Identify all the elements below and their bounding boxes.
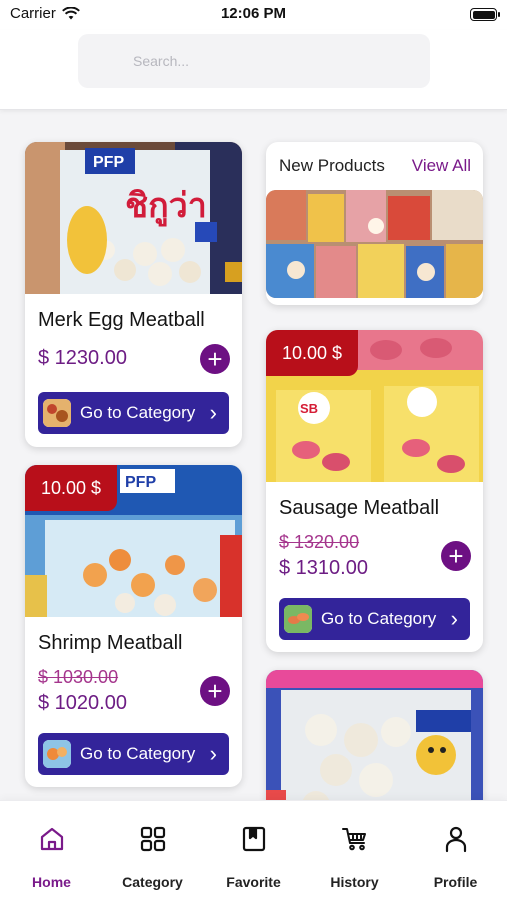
tab-label: Home [32,874,71,890]
merk-thai-label: ชิกูว่า [125,186,207,227]
new-products-banner[interactable] [266,190,483,298]
tab-history[interactable]: History [304,801,405,900]
cart-icon [342,828,366,851]
tab-favorite[interactable]: Favorite [203,801,304,900]
tab-profile[interactable]: Profile [405,801,506,900]
tab-label: History [330,874,379,890]
tab-label: Category [122,874,183,890]
product-name: Sausage Meatball [279,497,440,519]
category-thumbnail [284,605,312,633]
bookmark-icon [242,826,266,852]
category-thumbnail [43,399,71,427]
product-price: $ 1230.00 [38,347,127,369]
discount-badge: 10.00 $ [25,465,117,511]
add-to-cart-button[interactable]: + [200,676,230,706]
header [0,30,507,110]
person-icon [445,826,467,853]
clock: 12:06 PM [220,5,287,22]
new-products-card: New Products View All [266,142,483,305]
add-to-cart-button[interactable]: + [441,541,471,571]
product-card-shrimp-meatball[interactable]: 10.00 $ PFP Shrimp Meatball $ 1030.00 $ … [25,465,242,787]
chevron-right-icon: › [209,400,217,425]
merk-brand-label: PFP [93,154,124,171]
tab-label: Profile [433,874,478,890]
tab-home[interactable]: Home [1,801,102,900]
plus-icon: + [448,541,464,571]
plus-icon: + [207,344,223,374]
product-old-price: $ 1030.00 [38,667,119,687]
shrimp-brand-label: PFP [125,474,156,491]
view-all-link[interactable]: View All [412,156,471,176]
plus-icon: + [207,676,223,706]
search-input[interactable] [78,34,430,88]
product-name: Merk Egg Meatball [38,309,205,331]
bottom-tab-bar: Home Category Favorite History Profile [0,800,507,900]
product-image: PFP ชิกูว่า [25,142,242,294]
category-button-label: Go to Category [80,403,196,422]
go-to-category-button[interactable]: Go to Category › [38,392,229,434]
product-price: $ 1020.00 [38,692,127,714]
home-icon [40,827,64,851]
battery-icon [470,8,500,21]
tab-label: Favorite [226,874,281,890]
sausage-brand-label: SB [300,401,318,416]
product-name: Shrimp Meatball [38,632,183,654]
go-to-category-button[interactable]: Go to Category › [38,733,229,775]
product-old-price: $ 1320.00 [279,532,360,552]
product-price: $ 1310.00 [279,557,368,579]
grid-icon [140,826,166,852]
chevron-right-icon: › [209,741,217,766]
add-to-cart-button[interactable]: + [200,344,230,374]
new-products-title: New Products [279,156,385,175]
product-card-sausage-meatball[interactable]: 10.00 $ SB Sausage Meatball $ 1320.00 $ … [266,330,483,652]
status-bar: Carrier 12:06 PM [0,0,507,30]
category-button-label: Go to Category [321,609,437,628]
go-to-category-button[interactable]: Go to Category › [279,598,470,640]
tab-category[interactable]: Category [102,801,203,900]
category-thumbnail [43,740,71,768]
product-card-merk-egg-meatball[interactable]: PFP ชิกูว่า Merk Egg Meatball $ 1230.00 … [25,142,242,447]
discount-badge: 10.00 $ [266,330,358,376]
category-button-label: Go to Category [80,744,196,763]
chevron-right-icon: › [450,606,458,631]
